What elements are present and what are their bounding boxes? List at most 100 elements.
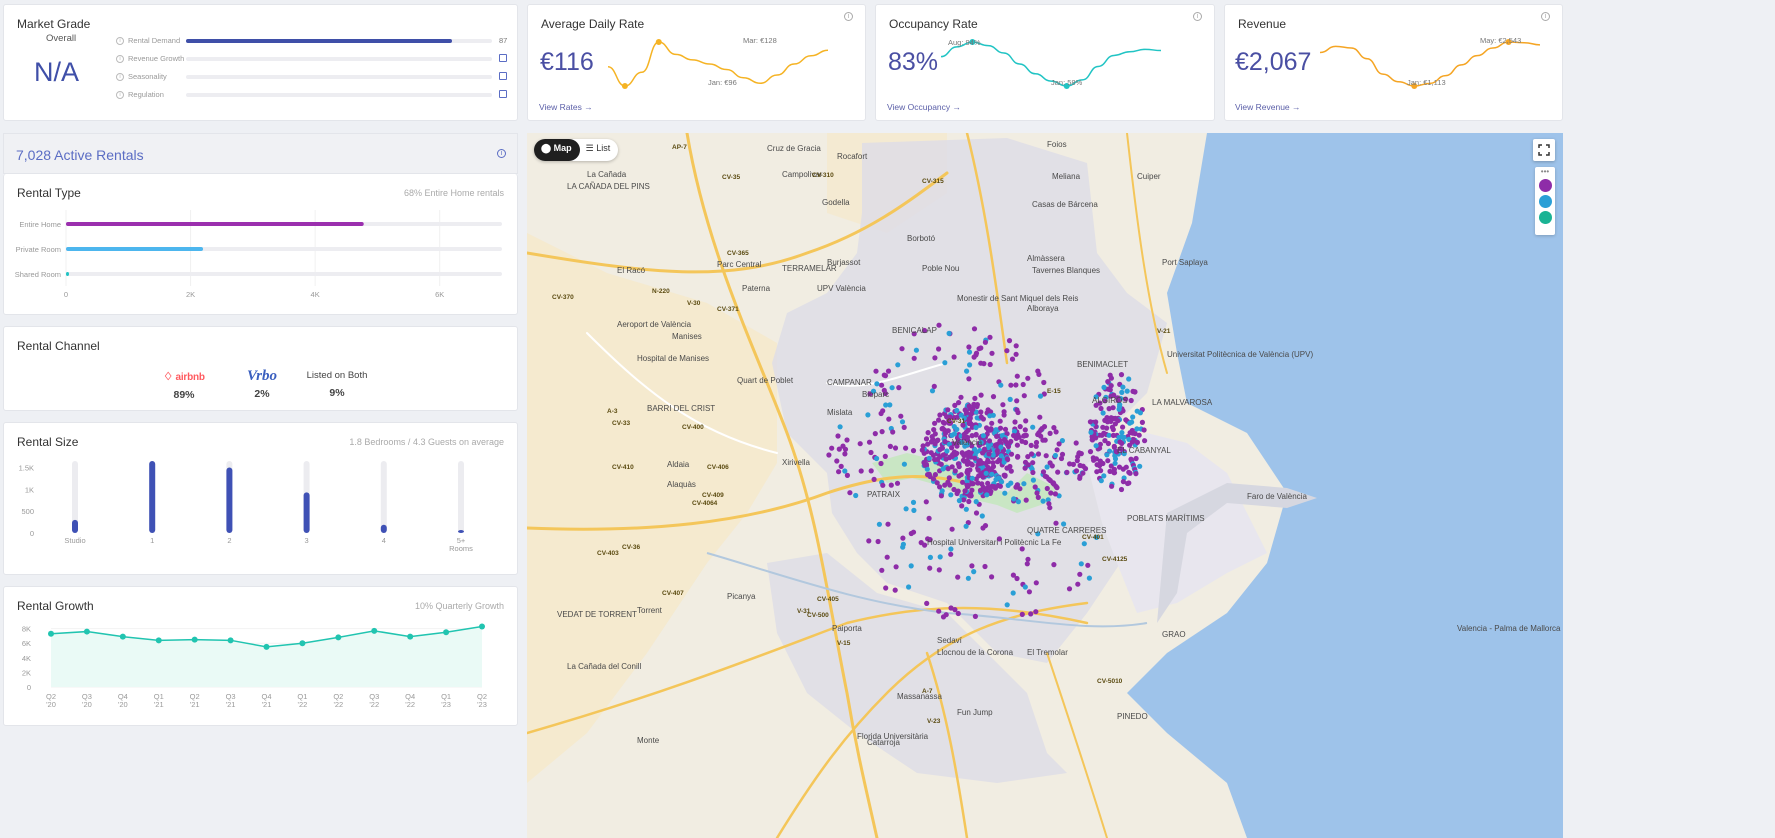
rental-marker (1109, 483, 1115, 489)
rental-marker (972, 613, 978, 619)
map-panel[interactable]: Cruz de Gracia Rocafort Foios Cuiper La Caña… (527, 133, 1563, 838)
view-occupancy-link[interactable]: View Occupancy → (887, 102, 961, 112)
info-icon[interactable]: i (116, 73, 124, 81)
x-tick-label: 2 (227, 536, 231, 545)
rental-marker (1104, 425, 1110, 431)
info-icon[interactable]: i (1541, 12, 1550, 21)
rental-marker (1007, 463, 1013, 470)
both-label: Listed on Both (306, 370, 368, 381)
rental-marker (967, 467, 973, 473)
rental-marker (1110, 432, 1116, 438)
rental-marker (1118, 486, 1125, 493)
rental-marker (1125, 480, 1131, 487)
rental-marker (1039, 426, 1045, 432)
info-icon[interactable]: i (116, 91, 124, 99)
market-grade-card: Market Grade Overall N/A i Rental Demand 8… (3, 4, 518, 121)
map-place-label: Quart de Poblet (737, 376, 794, 385)
rental-marker (980, 484, 986, 490)
rental-marker (1038, 433, 1044, 439)
map-place-label: Catarroja (867, 738, 900, 747)
view-rates-link[interactable]: View Rates → (539, 102, 593, 112)
rental-marker (868, 449, 874, 456)
x-tick-label: 4K (311, 290, 320, 299)
rental-marker (986, 451, 992, 457)
rental-marker (1011, 432, 1017, 439)
map-place-label: Bioparc (862, 390, 889, 399)
rental-marker (1097, 463, 1103, 469)
road-label: V-15 (837, 640, 851, 647)
rental-marker (978, 409, 984, 415)
x-tick-label-year: '20 (118, 700, 128, 709)
x-tick-label-year: '21 (190, 700, 200, 709)
rental-marker (1129, 419, 1135, 425)
map-place-label: El Racó (617, 266, 646, 275)
more-icon[interactable]: ••• (1535, 167, 1555, 176)
rental-marker (1110, 405, 1116, 411)
map-place-label: Hospital de Manises (637, 354, 709, 363)
rental-marker (1093, 443, 1099, 449)
bar-track (66, 272, 502, 276)
rental-marker (987, 334, 993, 340)
tab-map[interactable]: ⬤ Map (534, 139, 580, 161)
rental-marker (1012, 419, 1018, 425)
growth-layer-icon[interactable] (1538, 211, 1552, 224)
rental-marker (1101, 473, 1107, 479)
rental-marker (926, 515, 932, 521)
rental-marker (1052, 452, 1058, 459)
data-point (83, 628, 90, 635)
home-layer-icon[interactable] (1538, 179, 1552, 192)
info-icon[interactable]: i (116, 55, 124, 63)
rental-marker (1101, 430, 1107, 436)
bar (380, 524, 387, 533)
info-icon[interactable]: i (1193, 12, 1202, 21)
info-icon[interactable]: i (844, 12, 853, 21)
view-revenue-link[interactable]: View Revenue → (1235, 102, 1301, 112)
rental-marker (987, 361, 993, 368)
rental-marker (1030, 469, 1036, 476)
info-icon[interactable]: i (497, 149, 506, 158)
road-label: CV-410 (612, 464, 634, 471)
map-place-label: LA CAÑADA DEL PINS (567, 182, 650, 191)
rental-marker (865, 412, 871, 418)
rental-marker (1004, 456, 1010, 462)
rental-marker (895, 362, 901, 368)
rental-marker (961, 431, 967, 437)
rental-marker (966, 344, 972, 350)
info-icon[interactable]: i (116, 37, 124, 45)
map-place-label: BENICALAP (892, 326, 937, 335)
map-canvas[interactable]: Cruz de Gracia Rocafort Foios Cuiper La Caña… (527, 133, 1563, 838)
road-label: CV-500 (807, 612, 829, 619)
active-rentals-header: 7,028 Active Rentals i (3, 133, 518, 174)
rental-marker (969, 487, 975, 493)
rental-marker (945, 479, 951, 485)
tab-list[interactable]: ☰ List (580, 139, 619, 161)
rental-marker (958, 472, 964, 478)
rental-marker (872, 431, 878, 437)
rental-marker (876, 521, 882, 527)
occupancy-value: 83% (888, 48, 939, 76)
rental-marker (1007, 396, 1013, 402)
rental-marker (1129, 439, 1135, 445)
x-tick-label-year: '22 (298, 700, 308, 709)
market-grade-row-value: 87 (499, 36, 508, 45)
rental-marker (1025, 375, 1031, 381)
rental-marker (888, 482, 894, 488)
road-label: CV-371 (717, 306, 739, 313)
rental-marker (885, 368, 892, 374)
map-place-label: Hospital Universitari i Politècnic La Fe (927, 538, 1062, 547)
rental-marker (1021, 433, 1027, 439)
rental-marker (989, 350, 995, 356)
y-tick-label: 4K (22, 654, 31, 663)
occupancy-max-label: Aug: 94% (948, 38, 981, 47)
rental-marker (951, 354, 957, 360)
rental-marker (978, 392, 984, 398)
rental-marker (1117, 439, 1123, 445)
rental-marker (997, 438, 1003, 444)
rental-marker (908, 530, 914, 537)
fullscreen-button[interactable] (1533, 139, 1555, 161)
rental-marker (964, 368, 970, 374)
people-layer-icon[interactable] (1538, 195, 1552, 208)
rental-marker (1026, 589, 1032, 595)
map-place-label: Poble Nou (922, 264, 959, 273)
rental-marker (834, 458, 840, 464)
